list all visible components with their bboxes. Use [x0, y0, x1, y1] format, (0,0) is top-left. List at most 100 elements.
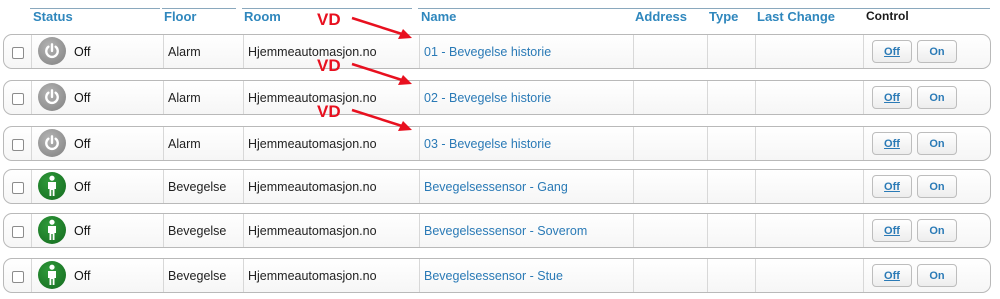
room-cell: Hjemmeautomasjon.no: [243, 259, 419, 292]
address-cell: [633, 259, 707, 292]
last-change-cell: [755, 170, 863, 203]
power-icon[interactable]: [38, 129, 66, 157]
device-name-link-text[interactable]: Bevegelsessensor - Soverom: [424, 224, 587, 238]
table-row[interactable]: Off Bevegelse Hjemmeautomasjon.no Bevegelse…: [3, 169, 991, 204]
on-button[interactable]: On: [917, 40, 957, 63]
last-change-cell: [755, 214, 863, 247]
device-name-link-text[interactable]: Bevegelsessensor - Gang: [424, 180, 568, 194]
floor-cell-text: Bevegelse: [168, 268, 227, 283]
table-row[interactable]: Off Alarm Hjemmeautomasjon.no 03 - Bevegels…: [3, 126, 991, 161]
off-button[interactable]: Off: [872, 132, 912, 155]
person-icon[interactable]: [38, 216, 66, 244]
header-address[interactable]: Address: [635, 9, 687, 24]
status-text: Off: [74, 137, 91, 151]
person-icon[interactable]: [38, 261, 66, 289]
floor-cell-text: Alarm: [168, 44, 201, 59]
person-icon[interactable]: [38, 172, 66, 200]
device-name-link-text[interactable]: 01 - Bevegelse historie: [424, 45, 551, 59]
device-name-link[interactable]: Bevegelsessensor - Gang: [419, 170, 633, 203]
room-cell: Hjemmeautomasjon.no: [243, 170, 419, 203]
red-arrow-icon: [351, 62, 412, 85]
row-checkbox[interactable]: [12, 226, 24, 238]
last-change-cell: [755, 35, 863, 68]
device-name-link[interactable]: Bevegelsessensor - Stue: [419, 259, 633, 292]
address-cell: [633, 35, 707, 68]
address-cell: [633, 127, 707, 160]
device-name-link[interactable]: 02 - Bevegelse historie: [419, 81, 633, 114]
room-cell-text: Hjemmeautomasjon.no: [248, 268, 377, 283]
type-cell: [707, 259, 755, 292]
off-button[interactable]: Off: [872, 264, 912, 287]
floor-cell-text: Bevegelse: [168, 223, 227, 238]
off-button[interactable]: Off: [872, 86, 912, 109]
on-button[interactable]: On: [917, 132, 957, 155]
room-cell-text: Hjemmeautomasjon.no: [248, 44, 377, 59]
row-checkbox[interactable]: [12, 271, 24, 283]
red-arrow-icon: [351, 16, 412, 39]
table-row[interactable]: Off Bevegelse Hjemmeautomasjon.no Bevegelse…: [3, 213, 991, 248]
floor-cell-text: Bevegelse: [168, 179, 227, 194]
type-cell: [707, 214, 755, 247]
header-type[interactable]: Type: [709, 9, 738, 24]
address-cell: [633, 170, 707, 203]
type-cell: [707, 127, 755, 160]
device-name-link[interactable]: 03 - Bevegelse historie: [419, 127, 633, 160]
off-button[interactable]: Off: [872, 219, 912, 242]
power-icon[interactable]: [38, 83, 66, 111]
table-row[interactable]: Off Bevegelse Hjemmeautomasjon.no Bevegelse…: [3, 258, 991, 293]
on-button[interactable]: On: [917, 264, 957, 287]
vd-annotation-label: VD: [317, 56, 341, 75]
table-row[interactable]: Off Alarm Hjemmeautomasjon.no 01 - Bevegels…: [3, 34, 991, 69]
room-cell: Hjemmeautomasjon.no: [243, 214, 419, 247]
room-cell-text: Hjemmeautomasjon.no: [248, 90, 377, 105]
status-text: Off: [74, 91, 91, 105]
last-change-cell: [755, 259, 863, 292]
floor-cell: Alarm: [163, 127, 243, 160]
floor-cell: Bevegelse: [163, 170, 243, 203]
device-name-link[interactable]: Bevegelsessensor - Soverom: [419, 214, 633, 247]
header-control: Control: [866, 9, 909, 23]
status-text: Off: [74, 45, 91, 59]
on-button[interactable]: On: [917, 175, 957, 198]
on-button[interactable]: On: [917, 86, 957, 109]
row-checkbox[interactable]: [12, 47, 24, 59]
floor-cell: Bevegelse: [163, 214, 243, 247]
type-cell: [707, 35, 755, 68]
floor-cell-text: Alarm: [168, 90, 201, 105]
status-text: Off: [74, 269, 91, 283]
header-floor[interactable]: Floor: [164, 9, 197, 24]
table-row[interactable]: Off Alarm Hjemmeautomasjon.no 02 - Bevegels…: [3, 80, 991, 115]
row-checkbox[interactable]: [12, 182, 24, 194]
row-checkbox[interactable]: [12, 93, 24, 105]
status-text: Off: [74, 180, 91, 194]
status-text: Off: [74, 224, 91, 238]
table-header: Status Floor Room Name Address Type Last…: [0, 0, 1000, 30]
power-icon[interactable]: [38, 37, 66, 65]
header-last-change[interactable]: Last Change: [757, 9, 835, 24]
last-change-cell: [755, 81, 863, 114]
on-button[interactable]: On: [917, 219, 957, 242]
device-name-link-text[interactable]: 02 - Bevegelse historie: [424, 91, 551, 105]
header-status[interactable]: Status: [33, 9, 73, 24]
header-room[interactable]: Room: [244, 9, 281, 24]
floor-cell: Alarm: [163, 35, 243, 68]
type-cell: [707, 81, 755, 114]
floor-cell: Alarm: [163, 81, 243, 114]
address-cell: [633, 81, 707, 114]
floor-cell: Bevegelse: [163, 259, 243, 292]
off-button[interactable]: Off: [872, 40, 912, 63]
off-button[interactable]: Off: [872, 175, 912, 198]
header-name[interactable]: Name: [421, 9, 456, 24]
room-cell-text: Hjemmeautomasjon.no: [248, 223, 377, 238]
device-name-link-text[interactable]: 03 - Bevegelse historie: [424, 137, 551, 151]
red-arrow-icon: [351, 108, 412, 131]
vd-annotation-label: VD: [317, 10, 341, 29]
room-cell-text: Hjemmeautomasjon.no: [248, 136, 377, 151]
row-checkbox[interactable]: [12, 139, 24, 151]
address-cell: [633, 214, 707, 247]
last-change-cell: [755, 127, 863, 160]
type-cell: [707, 170, 755, 203]
room-cell-text: Hjemmeautomasjon.no: [248, 179, 377, 194]
device-name-link-text[interactable]: Bevegelsessensor - Stue: [424, 269, 563, 283]
device-name-link[interactable]: 01 - Bevegelse historie: [419, 35, 633, 68]
